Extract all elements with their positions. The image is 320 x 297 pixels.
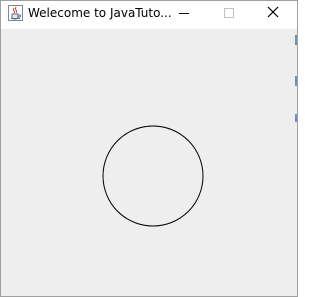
title-bar[interactable]: Welecome to JavaTuto... xyxy=(1,1,297,29)
circle-shape xyxy=(102,125,204,227)
app-window: Welecome to JavaTuto... xyxy=(0,0,298,297)
close-button[interactable] xyxy=(251,1,297,29)
maximize-icon xyxy=(224,8,234,18)
window-title: Welecome to JavaTuto... xyxy=(28,6,172,20)
drawing-panel xyxy=(1,29,297,296)
java-cup-icon[interactable] xyxy=(8,5,23,21)
minimize-button[interactable] xyxy=(161,1,207,29)
minimize-icon xyxy=(179,13,189,14)
close-icon xyxy=(267,6,279,18)
maximize-button[interactable] xyxy=(207,1,253,29)
drawing-canvas xyxy=(102,125,204,227)
